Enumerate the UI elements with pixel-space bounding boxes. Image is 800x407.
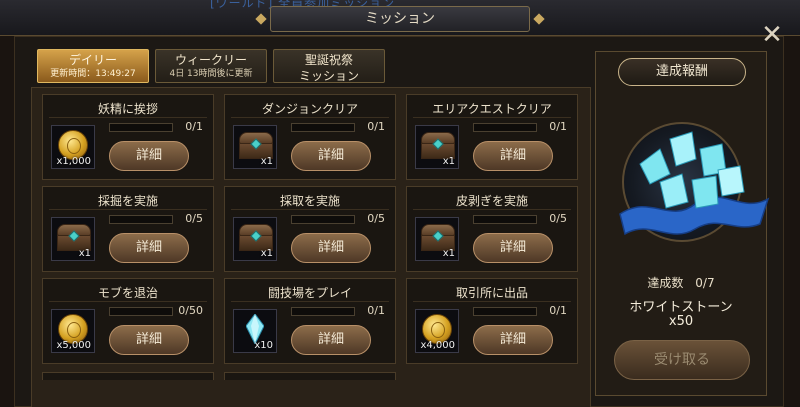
tab-holiday-sub: ミッション [298, 69, 359, 83]
reward-item[interactable]: x10 [233, 309, 277, 353]
reward-item[interactable]: x1 [233, 125, 277, 169]
mission-card: 妖精に挨拶 x1,000 0/1 詳細 [42, 94, 214, 180]
reward-quantity: x1 [78, 248, 91, 259]
reward-item[interactable]: x1 [415, 125, 459, 169]
detail-button[interactable]: 詳細 [473, 141, 553, 171]
reward-quantity: x1 [442, 248, 455, 259]
mission-title: エリアクエストクリア [432, 102, 552, 116]
mission-title: 採掘を実施 [97, 194, 158, 208]
reward-quantity: x1 [260, 156, 273, 167]
mission-title: モブを退治 [97, 286, 158, 300]
tab-weekly-timer: 4日 13時間後に更新 [169, 69, 253, 79]
detail-button[interactable]: 詳細 [473, 233, 553, 263]
tab-weekly[interactable]: ウィークリー 4日 13時間後に更新 [155, 49, 267, 83]
progress-bar [109, 215, 173, 224]
divider [49, 301, 207, 302]
reward-item[interactable]: x1,000 [51, 125, 95, 169]
mission-title: 採取を実施 [279, 194, 340, 208]
detail-button[interactable]: 詳細 [109, 141, 189, 171]
reward-title: 達成報酬 [618, 58, 746, 86]
mission-card: 採取を実施 x1 0/5 詳細 [224, 186, 396, 272]
mission-card: エリアクエストクリア x1 0/1 詳細 [406, 94, 578, 180]
divider [231, 209, 389, 210]
mission-card: 取引所に出品 x4,000 0/1 詳細 [406, 278, 578, 364]
progress-count: 0/5 [549, 212, 567, 225]
detail-button[interactable]: 詳細 [291, 233, 371, 263]
divider [49, 209, 207, 210]
mission-card: ダンジョンクリア x1 0/1 詳細 [224, 94, 396, 180]
reward-item[interactable]: x4,000 [415, 309, 459, 353]
mission-title: 皮剥ぎを実施 [455, 194, 528, 208]
reward-quantity: x1,000 [56, 156, 91, 167]
divider [231, 117, 389, 118]
detail-button[interactable]: 詳細 [291, 325, 371, 355]
mission-card: 採掘を実施 x1 0/5 詳細 [42, 186, 214, 272]
progress-bar [473, 307, 537, 316]
close-icon[interactable]: ✕ [760, 22, 784, 48]
mission-title: 妖精に挨拶 [97, 102, 158, 116]
progress-count: 0/5 [367, 212, 385, 225]
progress-count: 0/1 [367, 304, 385, 317]
achievement-count-value: 0/7 [695, 276, 715, 290]
reward-quantity: x1 [442, 156, 455, 167]
mission-title: 闘技場をプレイ [267, 286, 352, 300]
progress-count: 0/1 [367, 120, 385, 133]
white-stone-icon [619, 122, 770, 242]
detail-button[interactable]: 詳細 [291, 141, 371, 171]
top-bar: [ワールド] 全員参加ミッション ミッション [0, 0, 800, 36]
progress-count: 0/5 [185, 212, 203, 225]
reward-item-quantity: x50 [668, 314, 694, 329]
detail-button[interactable]: 詳細 [109, 233, 189, 263]
achievement-count-label: 達成数 [647, 276, 684, 290]
mission-panel: デイリー 更新時間：13:49:27 ウィークリー 4日 13時間後に更新 聖誕… [14, 36, 784, 407]
reward-item[interactable]: x5,000 [51, 309, 95, 353]
reward-quantity: x4,000 [420, 340, 455, 351]
mission-card: モブを退治 x5,000 0/50 詳細 [42, 278, 214, 364]
progress-bar [291, 307, 355, 316]
tab-weekly-label: ウィークリー [174, 53, 247, 67]
mission-card-partial [224, 372, 396, 380]
reward-item[interactable]: x1 [233, 217, 277, 261]
progress-bar [473, 123, 537, 132]
tab-daily[interactable]: デイリー 更新時間：13:49:27 [37, 49, 149, 83]
reward-item[interactable]: x1 [415, 217, 459, 261]
divider [413, 209, 571, 210]
mission-card: 闘技場をプレイ x10 0/1 詳細 [224, 278, 396, 364]
divider [413, 301, 571, 302]
progress-bar [109, 123, 173, 132]
tab-daily-timer: 更新時間：13:49:27 [50, 69, 136, 79]
claim-button[interactable]: 受け取る [614, 340, 750, 380]
reward-quantity: x1 [260, 248, 273, 259]
mission-grid: 妖精に挨拶 x1,000 0/1 詳細 ダンジョンクリア x1 0/1 詳細 エ… [31, 87, 591, 407]
reward-item[interactable]: x1 [51, 217, 95, 261]
mission-card: 皮剥ぎを実施 x1 0/5 詳細 [406, 186, 578, 272]
progress-bar [473, 215, 537, 224]
divider [413, 117, 571, 118]
mission-title: 取引所に出品 [455, 286, 528, 300]
divider [49, 117, 207, 118]
window-title: ミッション [270, 6, 530, 32]
reward-quantity: x10 [254, 340, 273, 351]
progress-count: 0/1 [549, 304, 567, 317]
tab-holiday-label: 聖誕祝祭 [304, 53, 353, 67]
tab-daily-label: デイリー [68, 53, 117, 67]
mission-title: ダンジョンクリア [261, 102, 358, 116]
achievement-reward-panel: 達成報酬 達成数 0/7 ホワイトストーン x50 受け取る [595, 51, 770, 396]
achievement-count: 達成数 0/7 [596, 274, 766, 291]
progress-count: 0/1 [549, 120, 567, 133]
detail-button[interactable]: 詳細 [109, 325, 189, 355]
progress-bar [291, 123, 355, 132]
detail-button[interactable]: 詳細 [473, 325, 553, 355]
reward-quantity: x5,000 [56, 340, 91, 351]
divider [231, 301, 389, 302]
mission-card-partial [42, 372, 214, 380]
progress-bar [291, 215, 355, 224]
tab-holiday[interactable]: 聖誕祝祭 ミッション [273, 49, 385, 83]
progress-bar [109, 307, 173, 316]
progress-count: 0/50 [178, 304, 203, 317]
progress-count: 0/1 [185, 120, 203, 133]
reward-item-name: ホワイトストーン [629, 300, 733, 315]
